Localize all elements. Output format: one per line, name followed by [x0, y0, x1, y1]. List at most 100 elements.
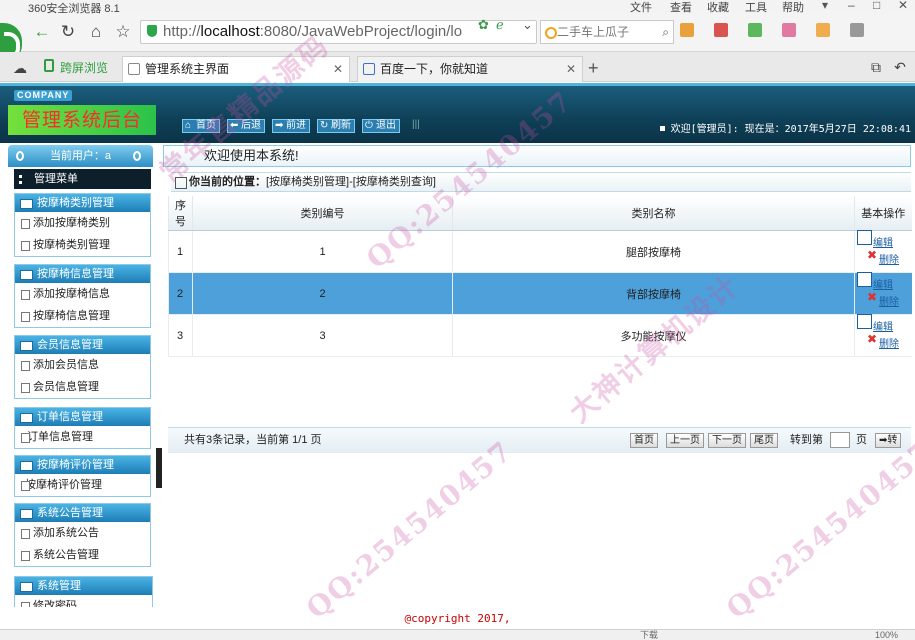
menu-file[interactable]: 文件	[630, 0, 652, 15]
cell-code: 3	[192, 314, 453, 357]
menu-item-add-chair-info[interactable]: 添加按摩椅信息	[15, 283, 150, 305]
tab-admin-main[interactable]: 管理系统主界面 ✕	[122, 56, 350, 82]
delete-link[interactable]: ✖ 删除	[857, 332, 911, 350]
apps-icon[interactable]	[680, 22, 694, 37]
next-page-button[interactable]: 下一页	[708, 433, 746, 448]
menu-item-add-notice[interactable]: 添加系统公告	[15, 522, 150, 544]
tab-label: 管理系统主界面	[145, 62, 230, 76]
menu-group-header[interactable]: 系统管理	[15, 577, 152, 595]
menu-group-header[interactable]: 会员信息管理	[15, 336, 150, 354]
security-shield-icon	[147, 25, 157, 37]
pdf-icon[interactable]	[782, 22, 796, 37]
tab-baidu[interactable]: 百度一下，你就知道 ✕	[357, 56, 583, 82]
go-button[interactable]: ➡转	[875, 433, 902, 448]
button-label: 首页	[196, 120, 216, 131]
menu-view[interactable]: 查看	[670, 0, 692, 15]
table-row[interactable]: 1 1 腿部按摩椅 编辑 ✖ 删除	[168, 229, 912, 273]
menu-item-chair-info-manage[interactable]: 按摩椅信息管理	[15, 305, 150, 327]
menu-item-review-manage[interactable]: 按摩椅评价管理	[15, 474, 150, 496]
menu-group-chair-info: 按摩椅信息管理 添加按摩椅信息 按摩椅信息管理	[14, 264, 151, 328]
edit-link[interactable]: 编辑	[857, 229, 911, 249]
undo-close-icon[interactable]: ↶	[890, 57, 910, 77]
breadcrumb-path: [按摩椅类别管理]-[按摩椅类别查询]	[266, 176, 436, 188]
column-header: 基本操作	[854, 196, 912, 231]
sidebar-collapse-handle[interactable]	[156, 448, 162, 488]
toolbar-back-button[interactable]: ⬅ 后退	[227, 119, 265, 133]
menu-group-header[interactable]: 按摩椅类别管理	[15, 194, 150, 212]
extension-bar	[680, 22, 915, 42]
zoom-level[interactable]: 100%	[875, 630, 898, 640]
download-status[interactable]: 下载	[640, 630, 658, 640]
menu-item-notice-manage[interactable]: 系统公告管理	[15, 544, 150, 566]
cell-seq: 2	[168, 272, 193, 315]
brand-title: 管理系统后台	[8, 105, 156, 135]
edit-link[interactable]: 编辑	[857, 313, 911, 333]
bullet-icon	[659, 126, 665, 131]
pin-icon[interactable]: ▾	[822, 0, 828, 12]
menu-group-header[interactable]: 按摩椅信息管理	[15, 265, 150, 283]
reload-icon[interactable]: ↻	[58, 22, 78, 42]
close-tab-icon[interactable]: ✕	[566, 57, 576, 81]
url-host: localhost	[200, 23, 260, 40]
search-placeholder: 二手车上瓜子	[557, 25, 630, 39]
speed-icon[interactable]: ✿	[478, 14, 489, 36]
screenshot-icon[interactable]	[850, 22, 864, 37]
mail-icon[interactable]	[714, 22, 728, 37]
translate-icon[interactable]	[748, 22, 762, 37]
split-view-button[interactable]: 跨屏浏览	[60, 59, 108, 76]
last-page-button[interactable]: 尾页	[750, 433, 778, 448]
toolbar-refresh-button[interactable]: ↻ 刷新	[317, 119, 355, 133]
menu-item-order-manage[interactable]: 订单信息管理	[15, 426, 150, 448]
delete-link[interactable]: ✖ 删除	[857, 290, 911, 308]
close-tab-icon[interactable]: ✕	[333, 57, 343, 81]
tab-list-icon[interactable]: ⧉	[866, 57, 886, 77]
prev-page-button[interactable]: 上一页	[666, 433, 704, 448]
menu-group-header[interactable]: 按摩椅评价管理	[15, 456, 150, 474]
menu-item-change-password[interactable]: 修改密码	[15, 595, 152, 607]
cell-actions: 编辑 ✖ 删除	[854, 313, 912, 357]
menu-item-member-manage[interactable]: 会员信息管理	[15, 376, 150, 398]
main-content: 欢迎使用本系统! 你当前的位置：[按摩椅类别管理]-[按摩椅类别查询] 序号 类…	[163, 145, 915, 607]
address-dropdown-icon[interactable]: ⌄	[522, 14, 533, 36]
admin-header: COMPANY 管理系统后台 ⌂ 首页 ⬅ 后退 ➡ 前进 ↻ 刷新 ⏻ 退出 ||| 欢…	[0, 83, 915, 143]
menu-item-add-member[interactable]: 添加会员信息	[15, 354, 150, 376]
compat-mode-icon[interactable]: ℯ	[496, 14, 504, 36]
menu-group-header[interactable]: 订单信息管理	[15, 408, 150, 426]
back-icon[interactable]: ←	[32, 22, 52, 42]
toolbar-logout-button[interactable]: ⏻ 退出	[362, 119, 400, 133]
search-input[interactable]: 二手车上瓜子 ⌕	[540, 20, 674, 44]
new-tab-icon[interactable]: +	[588, 58, 599, 78]
button-label: 后退	[241, 120, 261, 131]
menu-help[interactable]: 帮助	[782, 0, 804, 15]
toolbar-forward-button[interactable]: ➡ 前进	[272, 119, 310, 133]
cell-seq: 3	[168, 314, 193, 357]
close-window-icon[interactable]: ✕	[898, 0, 908, 12]
table-row[interactable]: 2 2 背部按摩椅 编辑 ✖ 删除	[168, 271, 912, 315]
toolbar-home-button[interactable]: ⌂ 首页	[182, 119, 220, 133]
home-icon: ⌂	[185, 120, 192, 131]
home-browser-icon[interactable]: ⌂	[86, 22, 106, 42]
menu-item-add-chair-category[interactable]: 添加按摩椅类别	[15, 212, 150, 234]
table-row[interactable]: 3 3 多功能按摩仪 编辑 ✖ 删除	[168, 313, 912, 357]
game-icon[interactable]	[816, 22, 830, 37]
menu-favorites[interactable]: 收藏	[707, 0, 729, 15]
maximize-icon[interactable]: □	[873, 0, 880, 12]
cell-actions: 编辑 ✖ 删除	[854, 271, 912, 315]
cloud-icon[interactable]: ☁	[10, 58, 30, 78]
first-page-button[interactable]: 首页	[630, 433, 658, 448]
menu-group-header[interactable]: 系统公告管理	[15, 504, 150, 522]
menu-tools[interactable]: 工具	[745, 0, 767, 15]
delete-link[interactable]: ✖ 删除	[857, 248, 911, 266]
page-unit-label: 页	[856, 434, 867, 446]
edit-link[interactable]: 编辑	[857, 271, 911, 291]
search-icon[interactable]: ⌕	[662, 21, 669, 43]
welcome-banner: 欢迎使用本系统!	[163, 145, 911, 167]
edit-pencil-icon	[857, 271, 872, 287]
menu-item-chair-category-manage[interactable]: 按摩椅类别管理	[15, 234, 150, 256]
cell-name: 腿部按摩椅	[452, 230, 855, 273]
minimize-icon[interactable]: –	[848, 0, 855, 12]
cell-name: 背部按摩椅	[452, 272, 855, 315]
favorite-star-icon[interactable]: ☆	[113, 22, 133, 42]
grid-icon	[19, 175, 29, 184]
page-number-input[interactable]	[830, 432, 850, 448]
